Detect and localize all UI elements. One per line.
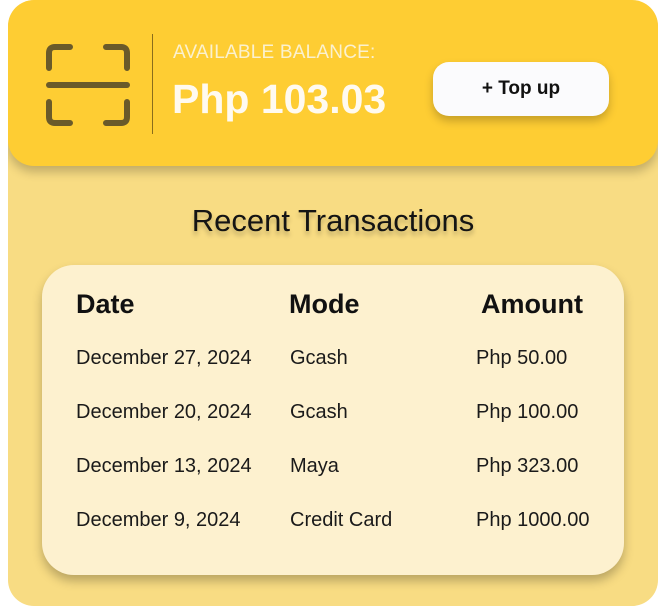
- row-amount: Php 50.00: [476, 347, 568, 369]
- column-header-mode: Mode: [289, 289, 360, 319]
- row-date: December 13, 2024: [76, 455, 252, 477]
- column-header-date: Date: [76, 289, 135, 319]
- row-date: December 9, 2024: [76, 509, 241, 531]
- balance-label: AVAILABLE BALANCE:: [173, 42, 376, 63]
- row-mode: Gcash: [290, 401, 348, 423]
- row-date: December 27, 2024: [76, 347, 252, 369]
- table-row: December 27, 2024 Gcash Php 50.00: [42, 347, 624, 377]
- table-row: December 20, 2024 Gcash Php 100.00: [42, 401, 624, 431]
- column-header-amount: Amount: [481, 289, 583, 319]
- top-up-button[interactable]: + Top up: [433, 62, 609, 116]
- row-mode: Maya: [290, 455, 339, 477]
- row-mode: Gcash: [290, 347, 348, 369]
- transactions-table: Date Mode Amount December 27, 2024 Gcash…: [42, 265, 624, 575]
- table-row: December 9, 2024 Credit Card Php 1000.00: [42, 509, 624, 539]
- scan-frame-icon: [46, 44, 130, 126]
- scan-icon[interactable]: [46, 44, 130, 126]
- row-amount: Php 100.00: [476, 401, 579, 423]
- wallet-card: AVAILABLE BALANCE: Php 103.03 + Top up R…: [8, 0, 658, 606]
- balance-value: Php 103.03: [172, 76, 387, 122]
- row-amount: Php 323.00: [476, 455, 579, 477]
- table-row: December 13, 2024 Maya Php 323.00: [42, 455, 624, 485]
- header-divider: [152, 34, 153, 134]
- row-date: December 20, 2024: [76, 401, 252, 423]
- recent-transactions-title: Recent Transactions: [191, 203, 475, 238]
- row-amount: Php 1000.00: [476, 509, 590, 531]
- row-mode: Credit Card: [290, 509, 393, 531]
- balance-header: AVAILABLE BALANCE: Php 103.03 + Top up: [8, 0, 658, 166]
